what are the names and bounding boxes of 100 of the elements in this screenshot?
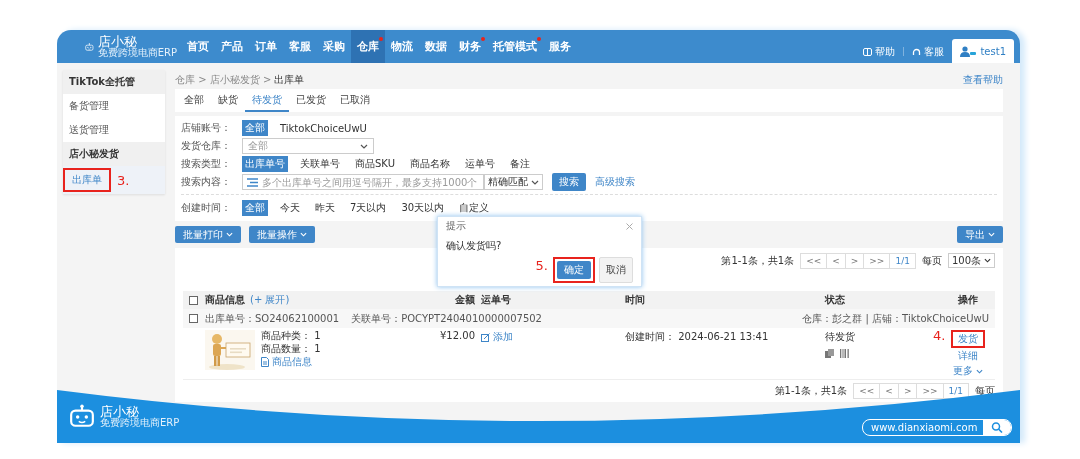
page-nav-button[interactable]: > <box>845 253 865 268</box>
logo-name: 店小秘 <box>97 35 137 48</box>
match-mode-select[interactable]: 精确匹配 <box>484 174 543 190</box>
filter-option[interactable]: 运单号 <box>461 156 498 172</box>
nav-menu-item[interactable]: 采购 <box>317 30 351 63</box>
sidebar-item[interactable]: 备货管理 <box>63 96 115 116</box>
nav-menu-item[interactable]: 首页 <box>181 30 215 63</box>
filter-option[interactable]: 商品SKU <box>352 156 398 172</box>
help-link[interactable]: 帮助 <box>863 41 896 63</box>
checkbox[interactable] <box>189 295 198 305</box>
status-tab[interactable]: 待发货 <box>245 89 289 112</box>
sidebar-item[interactable]: 出库单 <box>66 170 108 190</box>
add-tracking-link[interactable]: 添加 <box>481 330 513 344</box>
column-header: 状态 <box>825 294 845 305</box>
related-number: 关联单号：POCYPT2404010000007502 <box>351 311 542 326</box>
help-link[interactable]: 查看帮助 <box>963 72 1003 87</box>
expand-link[interactable]: (+ 展开) <box>250 294 290 305</box>
nav-menu-item[interactable]: 物流 <box>385 30 419 63</box>
page-summary: 第1-1条，共1条 <box>774 383 848 398</box>
logo-tagline: 免费跨境电商ERP <box>97 48 177 58</box>
bulk-action-button[interactable]: 批量打印 <box>175 226 241 243</box>
filter-option[interactable]: 全部 <box>242 199 268 216</box>
product-info-link[interactable]: 商品信息 <box>261 356 321 368</box>
operation-link[interactable]: 更多 <box>952 364 983 378</box>
caret-icon <box>360 143 368 149</box>
status-tab[interactable]: 全部 <box>177 89 211 112</box>
filter-option[interactable]: 今天 <box>277 199 303 216</box>
page-nav-button[interactable]: << <box>854 383 881 398</box>
page-nav-button[interactable]: >> <box>917 383 944 398</box>
nav-menu-item[interactable]: 托管模式 <box>487 30 543 63</box>
status-tab[interactable]: 缺货 <box>211 89 245 112</box>
nav-menu-item[interactable]: 产品 <box>215 30 249 63</box>
filter-option[interactable]: 出库单号 <box>242 156 288 172</box>
copy-icon[interactable] <box>825 349 834 358</box>
nav-menu-item[interactable]: 仓库 <box>351 30 385 63</box>
user-menu-tab[interactable]: test1 <box>952 39 1014 63</box>
dialog-message: 确认发货吗? <box>445 239 503 253</box>
barcode-icon[interactable] <box>840 349 849 358</box>
caret-icon <box>226 232 233 237</box>
close-icon[interactable] <box>626 222 633 230</box>
search-input-field[interactable]: 多个出库单号之间用逗号隔开，最多支持1000个 <box>242 174 484 190</box>
filter-option[interactable]: 全部 <box>242 120 268 136</box>
search-icon[interactable] <box>983 420 1011 435</box>
amount: ¥12.00 <box>439 330 475 341</box>
url-search-field[interactable]: www.dianxiaomi.com <box>862 419 1012 436</box>
page-nav-button[interactable]: < <box>827 253 846 268</box>
filter-option[interactable]: TiktokChoiceUwU <box>277 121 370 135</box>
column-header: 金额 <box>455 294 475 305</box>
bulk-action-button[interactable]: 批量操作 <box>249 226 315 243</box>
step-number: 4. <box>933 328 946 343</box>
status-tab[interactable]: 已发货 <box>289 89 333 112</box>
per-page-label: 每页 <box>921 253 942 268</box>
sidebar-item[interactable]: 送货管理 <box>63 120 115 140</box>
checkbox[interactable] <box>189 314 198 323</box>
edit-icon <box>481 332 490 342</box>
ship-link[interactable]: 发货 <box>957 332 978 346</box>
nav-menu-item[interactable]: 订单 <box>249 30 283 63</box>
caret-icon <box>988 232 995 237</box>
nav-menu-item[interactable]: 数据 <box>419 30 453 63</box>
caret-icon <box>975 368 983 374</box>
caret-icon <box>531 179 539 185</box>
logo-name: 店小秘 <box>100 404 139 418</box>
nav-menu-item[interactable]: 客服 <box>283 30 317 63</box>
product-kinds: 商品种类： 1 <box>261 330 321 342</box>
status-tab[interactable]: 已取消 <box>333 89 377 112</box>
page-nav-button[interactable]: << <box>801 253 828 268</box>
filter-option[interactable]: 昨天 <box>312 199 338 216</box>
created-time: 创建时间： 2024-06-21 13:41 <box>625 330 770 344</box>
confirm-button[interactable]: 确定 <box>557 261 591 279</box>
nav-menu-item[interactable]: 财务 <box>453 30 487 63</box>
current-page[interactable]: 1/1 <box>890 253 915 268</box>
search-button[interactable]: 搜索 <box>552 173 586 191</box>
filter-label: 搜索内容： <box>181 175 232 189</box>
export-button[interactable]: 导出 <box>957 226 1003 243</box>
dialog-title: 提示 <box>446 219 466 233</box>
breadcrumb: 仓库 > 店小秘发货 > 出库单 <box>175 72 305 87</box>
warehouse-select[interactable]: 全部 <box>242 138 374 154</box>
current-page[interactable]: 1/1 <box>943 383 968 398</box>
step-number: 5. <box>535 258 548 273</box>
page-nav-button[interactable]: < <box>880 383 899 398</box>
nav-menu-item[interactable]: 服务 <box>543 30 577 63</box>
book-icon <box>863 48 873 56</box>
support-link[interactable]: 客服 <box>912 41 945 63</box>
filter-label: 创建时间： <box>181 200 232 215</box>
filter-option[interactable]: 7天以内 <box>347 199 390 216</box>
filter-option[interactable]: 关联单号 <box>297 156 343 172</box>
cancel-button[interactable]: 取消 <box>599 257 633 283</box>
operation-link[interactable]: 详细 <box>957 349 978 363</box>
per-page-select[interactable]: 100条 <box>947 253 995 268</box>
filter-option[interactable]: 商品名称 <box>406 156 453 172</box>
document-icon <box>261 357 269 367</box>
filter-option[interactable]: 自定义 <box>456 199 493 216</box>
order-status: 待发货 <box>825 330 855 344</box>
filter-option[interactable]: 备注 <box>506 156 533 172</box>
advanced-search-link[interactable]: 高级搜索 <box>595 175 635 189</box>
page-nav-button[interactable]: > <box>898 383 918 398</box>
page-nav-button[interactable]: >> <box>864 253 891 268</box>
filter-option[interactable]: 30天以内 <box>398 199 448 216</box>
headset-icon <box>912 47 922 57</box>
list-icon <box>247 177 258 187</box>
